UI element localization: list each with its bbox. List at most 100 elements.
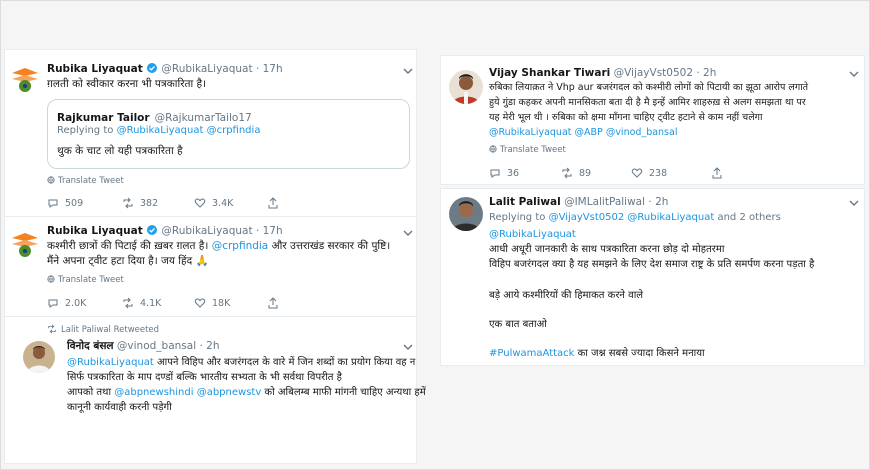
translate-tweet-link[interactable]: Translate Tweet bbox=[47, 176, 124, 186]
chevron-down-icon[interactable] bbox=[403, 228, 413, 238]
mention-link[interactable]: @RubikaLiyaquat bbox=[627, 212, 714, 223]
tweet-actions: 509 382 3.4K bbox=[47, 197, 407, 211]
tweet-text-line-4: कानूनी कार्यवाही करनी पड़ेगी bbox=[67, 402, 172, 413]
retweet-button[interactable]: 4.1K bbox=[122, 297, 161, 309]
retweet-icon bbox=[123, 297, 133, 309]
translate-tweet-link[interactable]: Translate Tweet bbox=[47, 275, 124, 285]
reply-icon bbox=[490, 169, 500, 178]
display-name[interactable]: विनोद बंसल bbox=[67, 340, 114, 352]
tweet-text: ग़लती को स्वीकार करना भी पत्रकारिता है। bbox=[47, 78, 207, 90]
mention-link[interactable]: @ABP bbox=[575, 127, 603, 138]
quoted-display-name: Rajkumar Tailor bbox=[57, 112, 150, 124]
tweet-text-line-4: @RubikaLiyaquat @ABP @vinod_bansal bbox=[489, 125, 677, 140]
quoted-text: थुक के चाट लो यही पत्रकारिता है bbox=[57, 145, 183, 157]
retweet-icon bbox=[123, 197, 133, 209]
tweet-rubika-1[interactable]: Rubika Liyaquat @RubikaLiyaquat · 17h ग़… bbox=[5, 50, 416, 215]
avatar[interactable] bbox=[23, 341, 55, 373]
share-button[interactable] bbox=[711, 167, 729, 179]
tweet-header: Lalit Paliwal @IMLalitPaliwal · 2h bbox=[489, 196, 669, 208]
tweet-text-line-3: बड़े आये कश्मीरियों की हिमाकत करने वाले bbox=[489, 290, 644, 301]
username[interactable]: @IMLalitPaliwal bbox=[564, 196, 645, 208]
mention-link[interactable]: @abpnewshindi bbox=[114, 387, 193, 398]
retweet-button[interactable]: 89 bbox=[561, 167, 591, 179]
mention-link[interactable]: @crpfindia bbox=[212, 240, 269, 252]
tweet-text-line-5: #PulwamaAttack का जश्न सबसे ज्यादा किसने… bbox=[489, 348, 705, 359]
display-name[interactable]: Lalit Paliwal bbox=[489, 196, 561, 208]
tweet-text-line-2: सिर्फ पत्रकारिता के माप दण्डों बल्कि भार… bbox=[67, 372, 342, 383]
share-button[interactable] bbox=[267, 197, 285, 209]
mention-link[interactable]: @RubikaLiyaquat bbox=[489, 227, 576, 242]
verified-badge-icon bbox=[147, 63, 158, 73]
tweet-actions: 2.0K 4.1K 18K bbox=[47, 297, 407, 311]
retweet-icon bbox=[562, 167, 572, 179]
verified-badge-icon bbox=[147, 225, 158, 235]
heart-icon bbox=[194, 198, 206, 208]
reply-icon bbox=[48, 299, 58, 308]
globe-icon bbox=[47, 176, 55, 184]
tweet-text-line-1: रुबिका लियाक़त ने Vhp aur बजरंगदल को कश्… bbox=[489, 82, 809, 93]
display-name[interactable]: Rubika Liyaquat bbox=[47, 225, 143, 237]
chevron-down-icon[interactable] bbox=[403, 66, 413, 76]
chevron-down-icon[interactable] bbox=[849, 198, 859, 208]
timestamp[interactable]: 2h bbox=[655, 196, 668, 208]
right-tweet-vijay[interactable]: Vijay Shankar Tiwari @VijayVst0502 · 2h … bbox=[440, 55, 865, 185]
reply-button[interactable]: 2.0K bbox=[47, 297, 86, 309]
globe-icon bbox=[47, 275, 55, 283]
tweet-text-line-3: यह मेरी भूल थी । रुबिका को क्षमा माँगना … bbox=[489, 112, 763, 123]
avatar[interactable] bbox=[449, 197, 483, 231]
avatar[interactable] bbox=[9, 64, 41, 96]
mention-link[interactable]: @vinod_bansal bbox=[606, 127, 678, 138]
chevron-down-icon[interactable] bbox=[403, 342, 413, 352]
quoted-username: @RajkumarTailo17 bbox=[154, 112, 252, 124]
share-icon bbox=[712, 167, 722, 179]
display-name[interactable]: Vijay Shankar Tiwari bbox=[489, 67, 610, 79]
mention-link[interactable]: @RubikaLiyaquat bbox=[67, 357, 154, 368]
like-button[interactable]: 238 bbox=[631, 167, 667, 179]
like-button[interactable]: 3.4K bbox=[194, 197, 233, 209]
username[interactable]: @RubikaLiyaquat bbox=[161, 63, 252, 75]
timestamp[interactable]: 2h bbox=[206, 340, 219, 352]
tweet-vinod-bansal[interactable]: Lalit Paliwal Retweeted विनोद बंसल @vino… bbox=[5, 317, 426, 463]
tweet-text-line-4: एक बात बताओ bbox=[489, 319, 547, 330]
tweet-rubika-2[interactable]: Rubika Liyaquat @RubikaLiyaquat · 17h कश… bbox=[5, 217, 416, 315]
right-tweet-lalit[interactable]: Lalit Paliwal @IMLalitPaliwal · 2h Reply… bbox=[440, 188, 865, 366]
mention-link[interactable]: @abpnewstv bbox=[197, 387, 262, 398]
timestamp[interactable]: 17h bbox=[263, 63, 283, 75]
reply-icon bbox=[48, 199, 58, 208]
mention-link[interactable]: @VijayVst0502 bbox=[549, 212, 625, 223]
share-button[interactable] bbox=[267, 297, 285, 309]
timestamp[interactable]: 2h bbox=[703, 67, 716, 79]
avatar[interactable] bbox=[449, 70, 483, 104]
replying-to: Replying to @RubikaLiyaquat @crpfindia bbox=[57, 125, 261, 136]
reply-button[interactable]: 36 bbox=[489, 167, 519, 179]
username[interactable]: @vinod_bansal bbox=[117, 340, 196, 352]
globe-icon bbox=[489, 145, 497, 153]
replying-to-mentions[interactable]: @RubikaLiyaquat @crpfindia bbox=[117, 125, 261, 136]
retweeted-by[interactable]: Lalit Paliwal Retweeted bbox=[47, 324, 159, 335]
retweet-button[interactable]: 382 bbox=[122, 197, 158, 209]
timestamp[interactable]: 17h bbox=[263, 225, 283, 237]
tweet-text-line-3: आपको तथा @abpnewshindi @abpnewstv को अबि… bbox=[67, 387, 426, 398]
username[interactable]: @RubikaLiyaquat bbox=[161, 225, 252, 237]
tweet-header: Rubika Liyaquat @RubikaLiyaquat · 17h bbox=[47, 63, 283, 75]
tweet-header: विनोद बंसल @vinod_bansal · 2h bbox=[67, 340, 220, 352]
replying-to: Replying to @VijayVst0502 @RubikaLiyaqua… bbox=[489, 212, 781, 223]
heart-icon bbox=[631, 168, 643, 178]
avatar[interactable] bbox=[9, 229, 41, 261]
quoted-tweet[interactable]: Rajkumar Tailor @RajkumarTailo17 Replyin… bbox=[47, 99, 410, 169]
mention-link[interactable]: @RubikaLiyaquat bbox=[489, 127, 572, 138]
hashtag-link[interactable]: #PulwamaAttack bbox=[489, 348, 574, 359]
reply-button[interactable]: 509 bbox=[47, 197, 83, 209]
tweet-header: Vijay Shankar Tiwari @VijayVst0502 · 2h bbox=[489, 67, 717, 79]
display-name[interactable]: Rubika Liyaquat bbox=[47, 63, 143, 75]
username[interactable]: @VijayVst0502 bbox=[614, 67, 693, 79]
tweet-text-line-1: कश्मीरी छात्रों की पिटाई की ख़बर ग़लत है… bbox=[47, 240, 391, 252]
like-button[interactable]: 18K bbox=[194, 297, 230, 309]
tweet-text-line-1: आधी अधूरी जानकारी के साथ पत्रकारिता करना… bbox=[489, 244, 725, 255]
translate-tweet-link[interactable]: Translate Tweet bbox=[489, 145, 566, 155]
heart-icon bbox=[194, 298, 206, 308]
chevron-down-icon[interactable] bbox=[849, 69, 859, 79]
tweet-text-line-1: @RubikaLiyaquat आपने विहिप और बजरंगदल के… bbox=[67, 357, 416, 368]
tweet-header: Rubika Liyaquat @RubikaLiyaquat · 17h bbox=[47, 225, 283, 237]
tweet-actions: 36 89 238 bbox=[489, 167, 849, 181]
